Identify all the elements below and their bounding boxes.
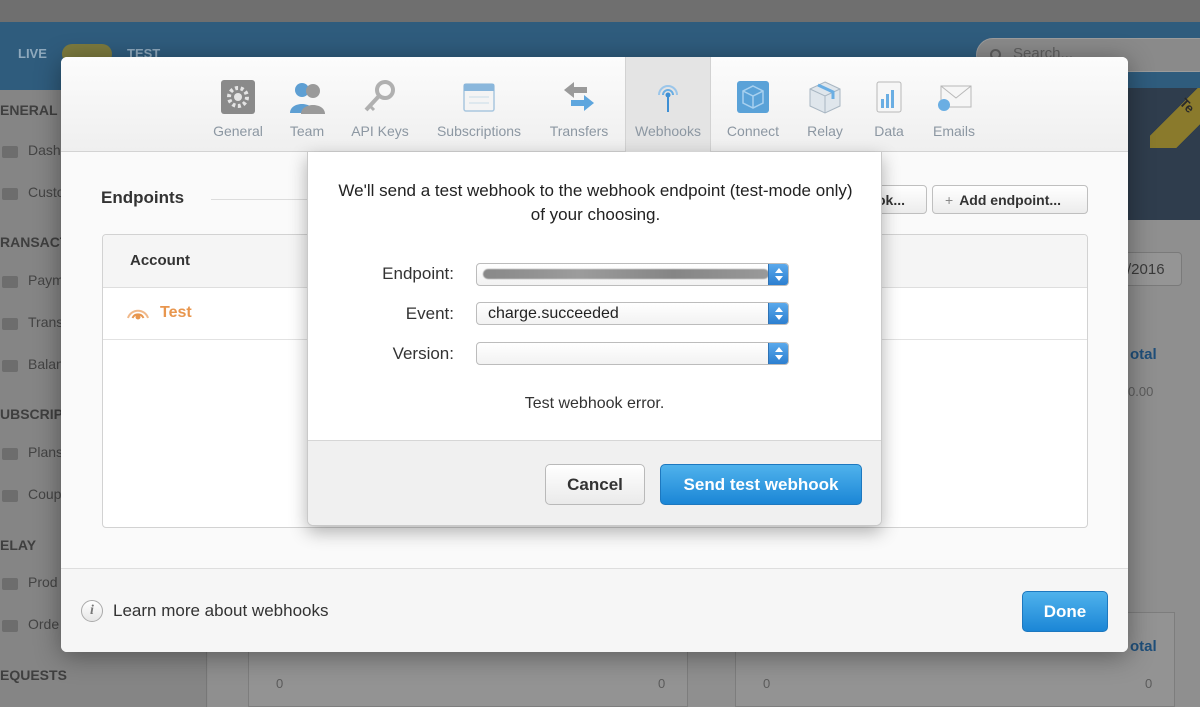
axis-label: 0 — [763, 676, 771, 691]
tab-data[interactable]: Data — [862, 57, 916, 152]
select-arrows-icon — [768, 264, 788, 285]
learn-more-link[interactable]: Learn more about webhooks — [113, 601, 328, 621]
version-select[interactable] — [476, 342, 789, 365]
broadcast-icon — [658, 85, 678, 112]
total-label: otal — [1130, 346, 1157, 363]
tab-transfers[interactable]: Transfers — [541, 57, 617, 152]
total-label: otal — [1130, 638, 1157, 655]
chart-icon — [876, 81, 902, 113]
sidebar-section: ENERAL — [0, 102, 58, 118]
sheet-message: We'll send a test webhook to the webhook… — [338, 181, 853, 224]
endpoint-label: Endpoint: — [382, 264, 454, 283]
tab-label: Data — [874, 123, 904, 139]
broadcast-icon — [127, 309, 149, 320]
plans-icon — [2, 448, 18, 460]
event-value: charge.succeeded — [488, 305, 619, 322]
calendar-icon — [463, 83, 495, 112]
tab-label: Emails — [932, 123, 975, 139]
gear-icon — [221, 80, 255, 114]
total-value: 0.00 — [1128, 384, 1154, 399]
divider — [211, 199, 321, 200]
settings-footer: i Learn more about webhooks Done — [61, 568, 1128, 652]
endpoint-select[interactable] — [476, 263, 789, 286]
button-label: Add endpoint... — [959, 192, 1062, 208]
tab-label: Transfers — [549, 123, 609, 139]
redacted-url — [483, 269, 769, 279]
team-icon — [290, 83, 325, 114]
tab-label: General — [213, 123, 263, 139]
sidebar-section: EQUESTS — [0, 667, 67, 683]
account-name-link[interactable]: Test — [160, 304, 192, 322]
send-test-webhook-submit-button[interactable]: Send test webhook — [660, 464, 862, 505]
envelope-icon — [938, 85, 972, 111]
tab-label: Relay — [807, 123, 843, 139]
settings-tabbar: General Team API Keys Subscriptions Tran… — [61, 57, 1128, 152]
done-button[interactable]: Done — [1022, 591, 1108, 632]
error-message: Test webhook error. — [524, 395, 665, 412]
balance-icon — [2, 360, 18, 372]
products-icon — [2, 578, 18, 590]
sidebar-section: RANSACT — [0, 234, 69, 250]
version-label: Version: — [392, 344, 454, 363]
axis-label: 0 — [1145, 676, 1153, 691]
event-label: Event: — [405, 304, 454, 323]
tab-subscriptions[interactable]: Subscriptions — [428, 57, 530, 152]
sidebar-section: ELAY — [0, 537, 37, 553]
tab-label: Connect — [726, 123, 780, 139]
payments-icon — [2, 276, 18, 288]
live-mode-label: LIVE — [18, 46, 47, 61]
tab-connect[interactable]: Connect — [718, 57, 788, 152]
event-select[interactable]: charge.succeeded — [476, 302, 789, 325]
tab-team[interactable]: Team — [276, 57, 338, 152]
sidebar-item: Custo — [28, 184, 65, 200]
tab-emails[interactable]: Emails — [923, 57, 985, 152]
sidebar-item: Prod — [28, 574, 58, 590]
add-endpoint-button[interactable]: + Add endpoint... — [932, 185, 1088, 214]
transfer-arrows-icon — [564, 82, 594, 111]
sidebar-item: Coup — [28, 486, 62, 502]
plus-icon: + — [945, 192, 954, 208]
key-icon — [364, 80, 395, 112]
transfers-icon — [2, 318, 18, 330]
cancel-button[interactable]: Cancel — [545, 464, 645, 505]
cube-icon — [737, 81, 769, 113]
select-arrows-icon — [768, 343, 788, 364]
sheet-footer: Cancel Send test webhook — [308, 440, 881, 525]
tab-webhooks[interactable]: Webhooks — [625, 57, 711, 152]
tab-label: Subscriptions — [436, 123, 522, 139]
tab-label: Webhooks — [635, 123, 701, 139]
sidebar-item: Plans — [28, 444, 64, 460]
endpoints-heading: Endpoints — [101, 188, 185, 207]
select-arrows-icon — [768, 303, 788, 324]
orders-icon — [2, 620, 18, 632]
coupons-icon — [2, 490, 18, 502]
test-ribbon — [1150, 88, 1200, 148]
dashboard-icon — [2, 146, 18, 158]
tab-label: Team — [289, 123, 325, 139]
test-webhook-sheet: We'll send a test webhook to the webhook… — [307, 152, 882, 526]
sidebar-item: Balan — [28, 356, 64, 372]
customers-icon — [2, 188, 18, 200]
axis-label: 0 — [276, 676, 284, 691]
tab-label: API Keys — [351, 123, 409, 139]
tab-relay[interactable]: Relay — [795, 57, 855, 152]
tab-general[interactable]: General — [202, 57, 274, 152]
info-icon: i — [81, 600, 103, 622]
sidebar-item: Dash — [28, 142, 61, 158]
axis-label: 0 — [658, 676, 666, 691]
sidebar-item: Trans — [28, 314, 64, 330]
sidebar-item: Paym — [28, 272, 64, 288]
column-header-account: Account — [130, 252, 190, 269]
box-icon — [809, 81, 841, 114]
window-titlebar — [0, 0, 1200, 22]
sidebar-item: Orde — [28, 616, 60, 632]
tab-api-keys[interactable]: API Keys — [341, 57, 419, 152]
